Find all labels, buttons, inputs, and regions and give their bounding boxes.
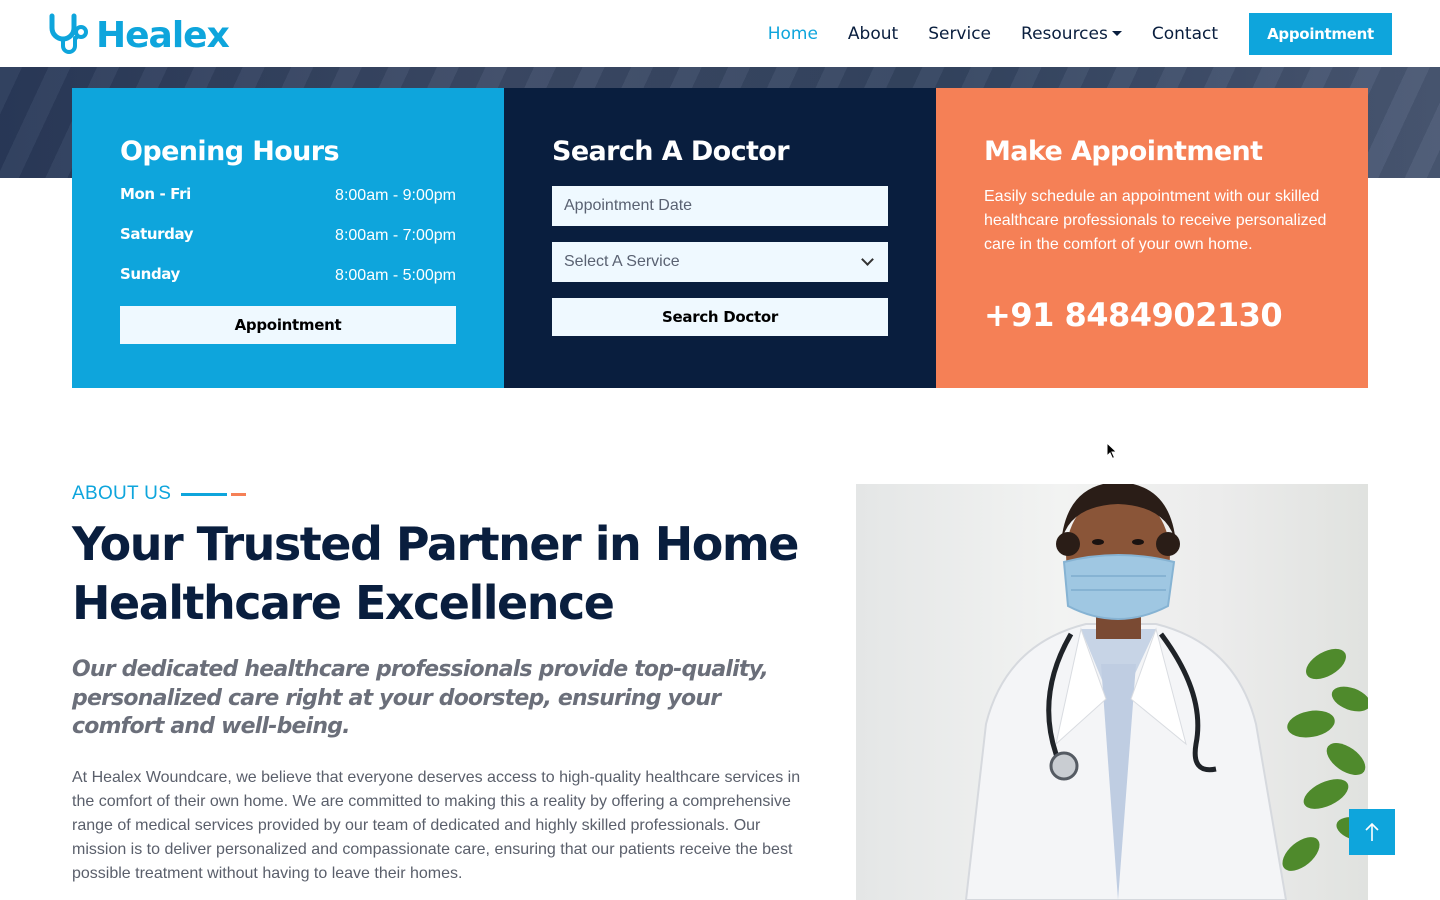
stethoscope-icon	[48, 12, 90, 59]
hours-time: 8:00am - 9:00pm	[335, 187, 456, 204]
about-lead-text: Our dedicated healthcare professionals p…	[72, 657, 769, 739]
accent-dash	[231, 492, 247, 496]
accent-line	[181, 492, 228, 496]
nav-resources-dropdown[interactable]: Resources	[1021, 24, 1122, 44]
brand-name: Healex	[96, 15, 230, 56]
opening-hours-title: Opening Hours	[120, 136, 340, 167]
hours-time: 8:00am - 5:00pm	[335, 267, 456, 284]
nav-service[interactable]: Service	[928, 24, 991, 44]
hours-row: Mon - Fri 8:00am - 9:00pm	[120, 185, 456, 205]
hours-day: Sunday	[120, 265, 180, 283]
doctor-photo	[856, 484, 1368, 900]
main-nav: Home About Service Resources Contact	[738, 0, 1218, 67]
service-select-value: Select A Service	[564, 253, 680, 270]
chevron-down-icon	[861, 253, 874, 266]
hours-time: 8:00am - 7:00pm	[335, 227, 456, 244]
about-us-text: ABOUT US	[72, 483, 172, 504]
make-appointment-title: Make Appointment	[984, 136, 1263, 167]
back-to-top-button[interactable]	[1349, 809, 1395, 855]
about-us-label: ABOUT US	[72, 483, 247, 505]
opening-hours-panel: Opening Hours Mon - Fri 8:00am - 9:00pm …	[72, 88, 504, 388]
phone-number: +91 8484902130	[984, 296, 1283, 334]
search-doctor-button[interactable]: Search Doctor	[552, 298, 888, 336]
search-doctor-panel: Search A Doctor Appointment Date Select …	[504, 88, 936, 388]
about-heading: Your Trusted Partner in Home Healthcare …	[72, 517, 800, 630]
appointment-description: Easily schedule an appointment with our …	[984, 188, 1327, 253]
make-appointment-panel: Make Appointment Easily schedule an appo…	[936, 88, 1368, 388]
mouse-pointer-icon	[1106, 442, 1118, 460]
top-navbar: Healex Home About Service Resources Cont…	[0, 0, 1440, 67]
arrow-up-icon	[1365, 822, 1379, 841]
nav-contact[interactable]: Contact	[1152, 24, 1218, 44]
nav-about[interactable]: About	[848, 24, 898, 44]
search-doctor-title: Search A Doctor	[552, 136, 790, 167]
hours-row: Saturday 8:00am - 7:00pm	[120, 225, 456, 245]
nav-home[interactable]: Home	[768, 24, 818, 44]
hours-day: Saturday	[120, 225, 194, 243]
caret-down-icon	[1111, 31, 1122, 36]
brand-logo-link[interactable]: Healex	[48, 12, 230, 59]
appointment-date-input[interactable]: Appointment Date	[552, 186, 888, 226]
about-body-text: At Healex Woundcare, we believe that eve…	[72, 769, 801, 882]
appointment-nav-button[interactable]: Appointment	[1249, 13, 1392, 55]
hours-appointment-button[interactable]: Appointment	[120, 306, 456, 344]
hours-row: Sunday 8:00am - 5:00pm	[120, 265, 456, 285]
hours-day: Mon - Fri	[120, 185, 191, 203]
service-select[interactable]: Select A Service	[552, 242, 888, 282]
nav-resources-label: Resources	[1021, 23, 1108, 44]
